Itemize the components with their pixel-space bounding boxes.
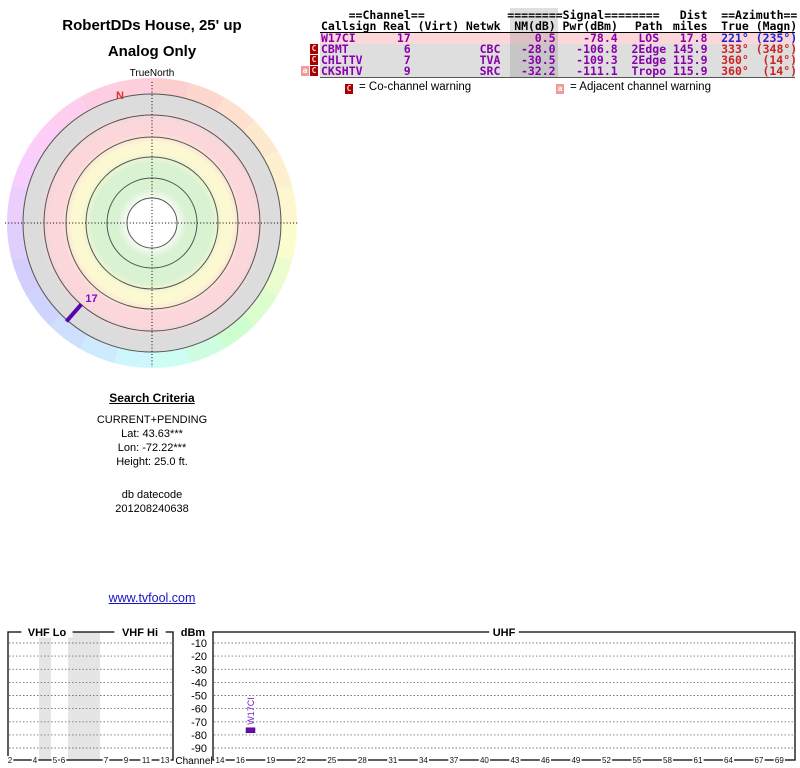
channel-tick-label: 43 <box>510 756 519 765</box>
channel-tick-label: 31 <box>388 756 397 765</box>
dbm-axis-label: dBm <box>181 627 206 639</box>
table-row: CKSHTV 9 SRC -32.2 -111.1 Tropo 115.9 360° (14°)… <box>301 64 798 78</box>
column-header: Netwk <box>465 19 501 33</box>
legend-adjacent-channel-label: = Adjacent channel warning <box>570 81 711 93</box>
channel-tick-label: 16 <box>236 756 245 765</box>
cell-virt <box>418 55 459 66</box>
channel-tick-label: 69 <box>775 756 784 765</box>
cell-magn: (14°) <box>762 64 798 78</box>
station-bar <box>245 727 256 734</box>
channel-tick-label: 7 <box>104 756 109 765</box>
site-link-wrap: www.tvfool.com <box>27 591 277 605</box>
channel-tick-label: 6 <box>61 756 66 765</box>
channel-tick-label: 58 <box>663 756 672 765</box>
column-header: (Virt) <box>417 19 460 33</box>
dbm-tick-label: -10 <box>191 638 207 650</box>
page-subtitle: Analog Only <box>107 43 197 60</box>
channel-tick-label: 52 <box>602 756 611 765</box>
dbm-tick-label: -60 <box>191 704 207 716</box>
co-channel-warning-icon: C <box>310 55 318 65</box>
channel-axis-label: Channel <box>175 756 212 767</box>
channel-tick-label: 14 <box>216 756 225 765</box>
search-height: Height: 25.0 ft. <box>116 456 188 468</box>
channel-tick-label: 5 <box>53 756 58 765</box>
radar-plot: N 17 <box>5 77 299 369</box>
tvfool-report: RobertDDs House, 25' up Analog Only True… <box>0 0 800 768</box>
cell-virt <box>418 44 459 55</box>
channel-tick-label: 4 <box>33 756 38 765</box>
cell-netwk: SRC <box>479 64 501 78</box>
cell-pwr: -111.1 <box>576 64 618 78</box>
channel-tick-label: 55 <box>633 756 642 765</box>
search-lat: Lat: 43.63*** <box>121 428 183 440</box>
cell-virt <box>418 33 459 44</box>
channel-tick-label: 11 <box>142 756 151 765</box>
north-marker: N <box>116 90 124 102</box>
cell-path: Tropo <box>631 64 667 78</box>
co-channel-warning-icon: C <box>310 66 318 76</box>
channel-tick-label: 40 <box>480 756 489 765</box>
cell-nm: -32.2 <box>520 64 556 78</box>
db-datecode-label: db datecode <box>121 489 183 501</box>
channel-tick-label: 49 <box>571 756 580 765</box>
dbm-tick-label: -80 <box>191 730 207 742</box>
adjacent-channel-warning-icon: a <box>301 66 309 76</box>
dbm-tick-label: -50 <box>191 691 207 703</box>
header-rule <box>320 32 795 33</box>
cell-true_az: 360° <box>721 64 749 78</box>
channel-tick-label: 34 <box>419 756 428 765</box>
channel-tick-label: 19 <box>266 756 275 765</box>
cell-miles: 115.9 <box>672 64 708 78</box>
legend-co-channel: C = Co-channel warning <box>345 81 472 94</box>
station-table: ==Channel== ========Signal======== Dist ==A… <box>301 8 798 78</box>
band-label: UHF <box>493 627 516 639</box>
azimuth-pointer-label: 17 <box>85 293 97 305</box>
cell-real: 9 <box>403 64 411 78</box>
spectrum-chart: -10-20-30-40 -50-60-70-80-90 VHF Lo VHF Hi U… <box>6 626 796 767</box>
channel-tick-label: 9 <box>124 756 129 765</box>
dbm-tick-label: -90 <box>191 743 207 755</box>
uhf-box <box>212 631 796 761</box>
search-lon: Lon: -72.22*** <box>117 442 187 454</box>
co-channel-warning-icon: C <box>345 84 353 94</box>
channel-tick-label: 37 <box>449 756 458 765</box>
dbm-tick-label: -40 <box>191 677 207 689</box>
tvfool-link[interactable]: www.tvfool.com <box>109 591 196 605</box>
station-bar-label: W17CI <box>246 697 256 725</box>
band-label: VHF Hi <box>122 627 158 639</box>
unused-spectrum-band <box>39 632 51 760</box>
search-criteria-heading: Search Criteria <box>109 391 195 405</box>
channel-tick-label: 64 <box>724 756 733 765</box>
search-mode: CURRENT+PENDING <box>96 414 208 426</box>
dbm-tick-label: -20 <box>191 651 207 663</box>
page-title: RobertDDs House, 25' up <box>62 17 242 34</box>
channel-tick-label: 22 <box>297 756 306 765</box>
dbm-tick-label: -70 <box>191 717 207 729</box>
adjacent-channel-warning-icon: a <box>556 84 564 94</box>
channel-tick-label: 61 <box>694 756 703 765</box>
channel-tick-label: 2 <box>8 756 13 765</box>
channel-tick-label: 67 <box>755 756 764 765</box>
co-channel-warning-icon: C <box>310 44 318 54</box>
channel-tick-label: 25 <box>327 756 336 765</box>
cell-virt <box>418 66 459 77</box>
channel-tick-label: 13 <box>161 756 170 765</box>
channel-tick-label: 28 <box>358 756 367 765</box>
legend-adjacent-channel: a = Adjacent channel warning <box>556 81 711 94</box>
legend-co-channel-label: = Co-channel warning <box>359 81 472 93</box>
db-datecode-value: 201208240638 <box>115 503 189 515</box>
band-label: VHF Lo <box>28 627 67 639</box>
unused-spectrum-band <box>68 632 100 760</box>
channel-tick-label: 46 <box>541 756 550 765</box>
cell-callsign: CKSHTV <box>321 64 363 78</box>
dbm-tick-label: -30 <box>191 664 207 676</box>
